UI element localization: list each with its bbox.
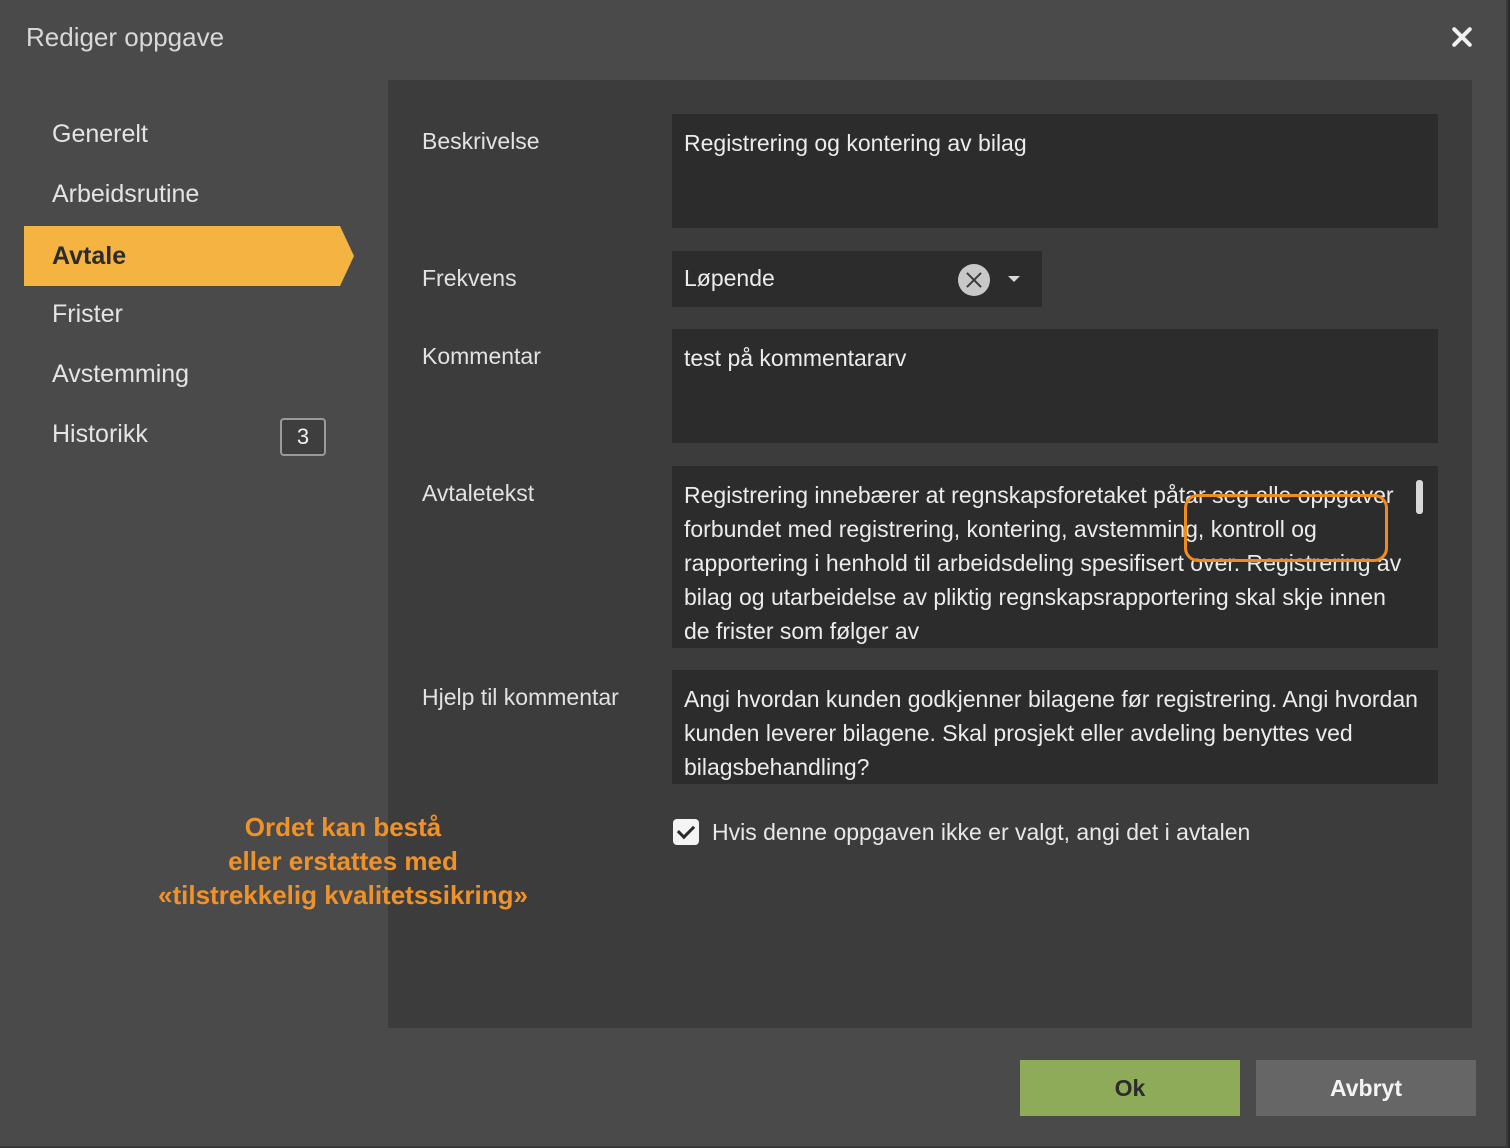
annotation-line: Ordet kan bestå	[244, 812, 442, 842]
sidebar-item-generelt[interactable]: Generelt	[24, 104, 340, 164]
frekvens-value: Løpende	[684, 265, 775, 291]
close-icon[interactable]	[1444, 20, 1480, 56]
sidebar-item-label: Arbeidsrutine	[52, 180, 200, 208]
ok-button[interactable]: Ok	[1020, 1060, 1240, 1116]
hjelp-label: Hjelp til kommentar	[422, 684, 619, 710]
avtaletekst-field[interactable]: Registrering innebærer at regnskapsforet…	[672, 466, 1438, 648]
edit-task-dialog: Rediger oppgave Generelt Arbeidsrutine A…	[0, 0, 1508, 1148]
annotation-note: Ordet kan bestå eller erstattes med «til…	[120, 810, 566, 912]
avtale-checkbox[interactable]	[673, 819, 699, 845]
dialog-titlebar: Rediger oppgave	[0, 0, 1506, 74]
kommentar-label: Kommentar	[422, 343, 541, 369]
frekvens-label: Frekvens	[422, 265, 517, 291]
sidebar-item-label: Avtale	[52, 242, 127, 270]
sidebar-item-label: Avstemming	[52, 360, 190, 388]
sidebar-item-arbeidsrutine[interactable]: Arbeidsrutine	[24, 164, 340, 224]
kommentar-field[interactable]: test på kommentararv	[672, 329, 1438, 443]
count-badge: 3	[280, 418, 326, 456]
beskrivelse-label: Beskrivelse	[422, 128, 540, 154]
hjelp-field[interactable]: Angi hvordan kunden godkjenner bilagene …	[672, 670, 1438, 784]
scrollbar-thumb[interactable]	[1416, 480, 1423, 514]
sidebar-item-frister[interactable]: Frister	[24, 284, 340, 344]
annotation-line: «tilstrekkelig kvalitetssikring»	[158, 880, 528, 910]
dialog-title: Rediger oppgave	[26, 22, 225, 52]
annotation-line: eller erstattes med	[228, 846, 458, 876]
chevron-down-icon[interactable]	[1008, 276, 1020, 282]
cancel-button[interactable]: Avbryt	[1256, 1060, 1476, 1116]
sidebar-item-avtale[interactable]: Avtale	[24, 226, 354, 286]
avtaletekst-label: Avtaletekst	[422, 480, 535, 506]
sidebar-item-avstemming[interactable]: Avstemming	[24, 344, 340, 404]
checkbox-label: Hvis denne oppgaven ikke er valgt, angi …	[712, 819, 1251, 845]
sidebar-item-label: Generelt	[52, 120, 148, 148]
clear-icon[interactable]	[958, 264, 990, 296]
sidebar-item-label: Frister	[52, 300, 123, 328]
beskrivelse-field[interactable]: Registrering og kontering av bilag	[672, 114, 1438, 228]
sidebar-item-label: Historikk	[52, 420, 148, 448]
sidebar-item-historikk[interactable]: Historikk 3	[24, 404, 340, 464]
